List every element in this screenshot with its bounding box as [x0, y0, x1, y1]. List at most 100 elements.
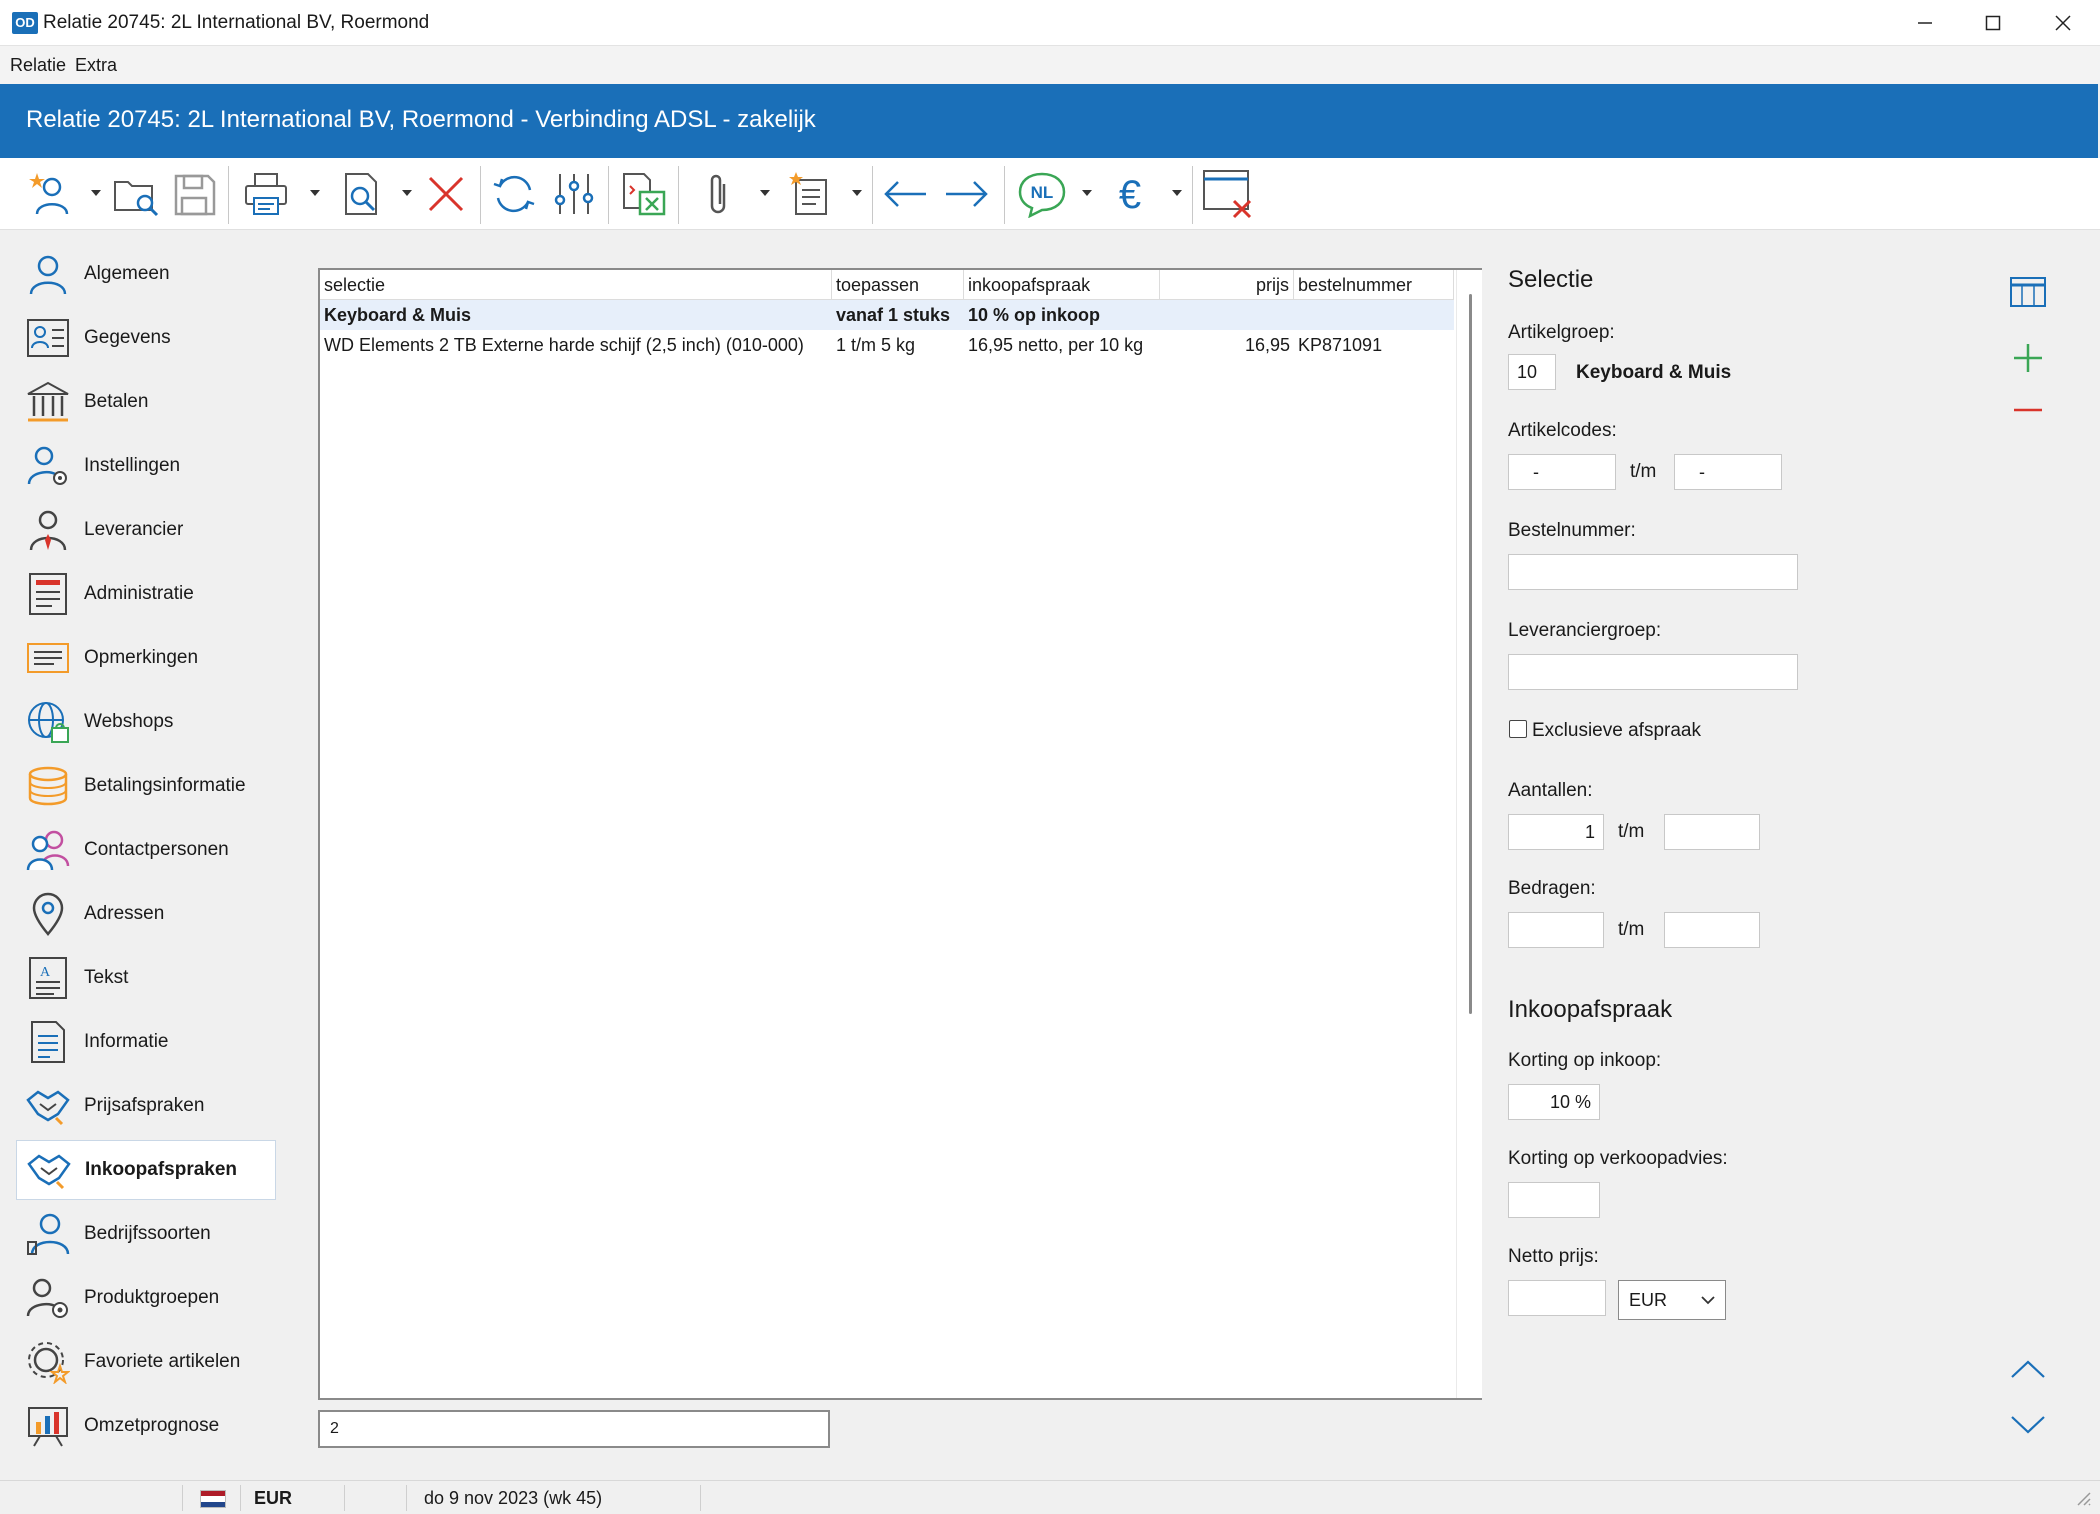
sidebar-item-produktgroepen[interactable]: Produktgroepen [16, 1268, 276, 1328]
artikelcodes-to-input[interactable]: - [1674, 454, 1782, 490]
new-document-button[interactable] [784, 168, 836, 220]
close-window-button[interactable] [1202, 168, 1254, 220]
print-preview-dropdown[interactable] [400, 186, 414, 200]
aantallen-from-input[interactable]: 1 [1508, 814, 1604, 850]
table-row[interactable]: WD Elements 2 TB Externe harde schijf (2… [320, 330, 1454, 360]
sidebar-item-favoriete-artikelen[interactable]: Favoriete artikelen [16, 1332, 276, 1392]
menu-extra[interactable]: Extra [75, 55, 117, 76]
move-down-button[interactable] [2008, 1410, 2048, 1440]
inkoopafspraak-header: Inkoopafspraak [1508, 996, 1673, 1023]
caret-down-icon [852, 190, 862, 196]
notes-icon [24, 634, 72, 682]
attachment-icon [710, 174, 726, 214]
sidebar-item-webshops[interactable]: Webshops [16, 692, 276, 752]
sidebar-item-instellingen[interactable]: Instellingen [16, 436, 276, 496]
sidebar-item-administratie[interactable]: Administratie [16, 564, 276, 624]
table-row[interactable]: Keyboard & Muis vanaf 1 stuks 10 % op in… [320, 300, 1454, 330]
maximize-button[interactable] [1958, 0, 2028, 46]
handshake-icon [25, 1146, 73, 1194]
sidebar-item-leverancier[interactable]: Leverancier [16, 500, 276, 560]
new-relation-button[interactable] [26, 168, 78, 220]
sidebar-item-informatie[interactable]: Informatie [16, 1012, 276, 1072]
column-header-prijs[interactable]: prijs [1160, 270, 1294, 300]
scrollbar-thumb[interactable] [1469, 294, 1472, 1014]
language-dropdown[interactable] [1080, 186, 1094, 200]
toolbar-separator [228, 166, 229, 224]
print-preview-icon [345, 173, 377, 215]
column-header-selectie[interactable]: selectie [320, 270, 832, 300]
filter-input[interactable]: 2 [318, 1410, 830, 1448]
open-search-button[interactable] [110, 168, 162, 220]
delete-icon [428, 176, 464, 212]
column-header-toepassen[interactable]: toepassen [832, 270, 964, 300]
artikelcodes-from-input[interactable]: - [1508, 454, 1616, 490]
columns-button[interactable] [2008, 274, 2048, 310]
sidebar-item-algemeen[interactable]: Algemeen [16, 244, 276, 304]
column-header-bestelnummer[interactable]: bestelnummer [1294, 270, 1454, 300]
sidebar-item-bedrijfssoorten[interactable]: Bedrijfssoorten [16, 1204, 276, 1264]
minimize-button[interactable] [1890, 0, 1960, 46]
chevron-down-icon [2011, 1416, 2045, 1434]
bestelnummer-input[interactable] [1508, 554, 1798, 590]
remove-button[interactable] [2008, 398, 2048, 422]
column-header-inkoopafspraak[interactable]: inkoopafspraak [964, 270, 1160, 300]
move-up-button[interactable] [2008, 1354, 2048, 1384]
sidebar-item-inkoopafspraken[interactable]: Inkoopafspraken [16, 1140, 276, 1200]
sidebar-item-omzetprognose[interactable]: Omzetprognose [16, 1396, 276, 1456]
menu-relatie[interactable]: Relatie [10, 55, 66, 76]
new-relation-dropdown[interactable] [89, 186, 103, 200]
bank-icon [24, 378, 72, 426]
bedragen-from-input[interactable] [1508, 912, 1604, 948]
close-button[interactable] [2028, 0, 2098, 46]
next-button[interactable] [940, 168, 992, 220]
sidebar-item-prijsafspraken[interactable]: Prijsafspraken [16, 1076, 276, 1136]
sidebar-item-betalingsinformatie[interactable]: Betalingsinformatie [16, 756, 276, 816]
attachment-dropdown[interactable] [758, 186, 772, 200]
refresh-button[interactable] [488, 168, 540, 220]
cell-toepassen: 1 t/m 5 kg [836, 335, 916, 355]
settings-sliders-button[interactable] [548, 168, 600, 220]
language-button[interactable]: NL [1016, 168, 1068, 220]
user-settings-icon [24, 442, 72, 490]
new-document-dropdown[interactable] [850, 186, 864, 200]
sidebar-item-contactpersonen[interactable]: Contactpersonen [16, 820, 276, 880]
print-button[interactable] [240, 168, 292, 220]
export-excel-button[interactable] [618, 168, 670, 220]
print-dropdown[interactable] [308, 186, 322, 200]
cell-toepassen: vanaf 1 stuks [836, 305, 951, 325]
print-preview-button[interactable] [336, 168, 388, 220]
sidebar-item-opmerkingen[interactable]: Opmerkingen [16, 628, 276, 688]
currency-select[interactable]: EUR [1618, 1280, 1726, 1320]
sidebar-item-label: Tekst [84, 967, 129, 988]
currency-dropdown[interactable] [1170, 186, 1184, 200]
table-scrollbar[interactable] [1456, 270, 1482, 1398]
korting-verkoop-input[interactable] [1508, 1182, 1600, 1218]
sidebar-item-tekst[interactable]: A Tekst [16, 948, 276, 1008]
minimize-icon [1918, 22, 1932, 24]
leveranciergroep-input[interactable] [1508, 654, 1798, 690]
sidebar-item-adressen[interactable]: Adressen [16, 884, 276, 944]
close-icon [2055, 15, 2071, 31]
contacts-icon [24, 826, 72, 874]
caret-down-icon [91, 190, 101, 196]
attachment-button[interactable] [694, 168, 746, 220]
aantallen-to-input[interactable] [1664, 814, 1760, 850]
currency-button[interactable]: € [1106, 168, 1158, 220]
user-icon [24, 250, 72, 298]
previous-button[interactable] [880, 168, 932, 220]
handshake-icon [24, 1082, 72, 1130]
product-groups-icon [24, 1274, 72, 1322]
sidebar-item-gegevens[interactable]: Gegevens [16, 308, 276, 368]
add-button[interactable] [2008, 338, 2048, 378]
resize-grip-icon[interactable] [2074, 1489, 2092, 1512]
save-button[interactable] [168, 168, 220, 220]
korting-inkoop-input[interactable]: 10 % [1508, 1084, 1600, 1120]
sidebar-item-betalen[interactable]: Betalen [16, 372, 276, 432]
selection-form: Selectie Artikelgroep: 10 Keyboard & Mui… [1508, 240, 2068, 1466]
sidebar-item-label: Informatie [84, 1031, 169, 1052]
bedragen-to-input[interactable] [1664, 912, 1760, 948]
exclusive-checkbox[interactable] [1509, 720, 1527, 738]
delete-button[interactable] [420, 168, 472, 220]
artikelgroep-code-input[interactable]: 10 [1508, 354, 1556, 390]
netto-prijs-input[interactable] [1508, 1280, 1606, 1316]
